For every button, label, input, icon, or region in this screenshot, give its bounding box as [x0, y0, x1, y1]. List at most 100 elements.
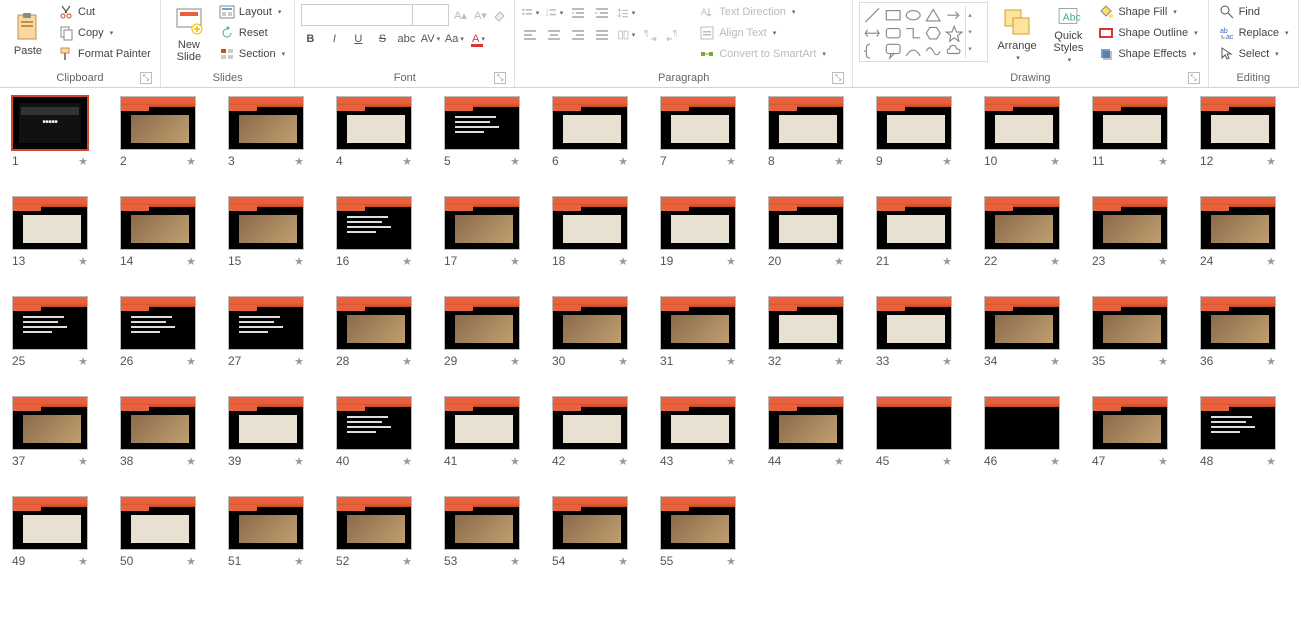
line-spacing-button[interactable]: ▾ [617, 4, 635, 22]
animation-star-icon[interactable]: ★ [1158, 155, 1168, 168]
slide-thumbnail[interactable]: 55★ [660, 496, 736, 568]
shape-fill-button[interactable]: Shape Fill▾ [1094, 2, 1201, 22]
convert-smartart-button[interactable]: Convert to SmartArt▾ [695, 44, 830, 64]
animation-star-icon[interactable]: ★ [1050, 355, 1060, 368]
slide-thumb-1[interactable]: ■■■■■ [12, 96, 88, 150]
slide-thumb-28[interactable] [336, 296, 412, 350]
decrease-indent-button[interactable] [569, 4, 587, 22]
slide-thumb-7[interactable] [660, 96, 736, 150]
slide-thumb-40[interactable] [336, 396, 412, 450]
replace-button[interactable]: abacReplace▾ [1215, 23, 1293, 43]
justify-button[interactable] [593, 26, 611, 44]
animation-star-icon[interactable]: ★ [510, 555, 520, 568]
slide-thumb-43[interactable] [660, 396, 736, 450]
slide-thumb-34[interactable] [984, 296, 1060, 350]
slide-thumb-50[interactable] [120, 496, 196, 550]
dialog-launcher-icon[interactable]: ⤡ [1188, 72, 1200, 84]
slide-thumb-26[interactable] [120, 296, 196, 350]
slide-thumbnail[interactable]: 8★ [768, 96, 844, 168]
slide-thumb-49[interactable] [12, 496, 88, 550]
slide-thumb-18[interactable] [552, 196, 628, 250]
slide-thumb-37[interactable] [12, 396, 88, 450]
animation-star-icon[interactable]: ★ [186, 255, 196, 268]
align-text-button[interactable]: Align Text▾ [695, 23, 830, 43]
slide-thumb-23[interactable] [1092, 196, 1168, 250]
slide-thumbnail[interactable]: 48★ [1200, 396, 1276, 468]
shape-outline-button[interactable]: Shape Outline▾ [1094, 23, 1201, 43]
animation-star-icon[interactable]: ★ [1158, 255, 1168, 268]
slide-thumbnail[interactable]: 32★ [768, 296, 844, 368]
find-button[interactable]: Find [1215, 2, 1264, 22]
animation-star-icon[interactable]: ★ [726, 555, 736, 568]
shadow-button[interactable]: abc [397, 30, 415, 48]
animation-star-icon[interactable]: ★ [402, 355, 412, 368]
slide-thumb-24[interactable] [1200, 196, 1276, 250]
slide-thumbnail[interactable]: 26★ [120, 296, 196, 368]
new-slide-button[interactable]: New Slide [167, 2, 211, 66]
animation-star-icon[interactable]: ★ [618, 455, 628, 468]
slide-thumbnail[interactable]: 45★ [876, 396, 952, 468]
animation-star-icon[interactable]: ★ [78, 255, 88, 268]
slide-thumbnail[interactable]: 37★ [12, 396, 88, 468]
animation-star-icon[interactable]: ★ [78, 155, 88, 168]
slide-thumbnail[interactable]: 18★ [552, 196, 628, 268]
slide-thumb-52[interactable] [336, 496, 412, 550]
font-combo[interactable] [301, 4, 449, 26]
animation-star-icon[interactable]: ★ [510, 155, 520, 168]
animation-star-icon[interactable]: ★ [78, 555, 88, 568]
rtl-button[interactable]: ¶ [665, 26, 683, 44]
slide-thumbnail[interactable]: 11★ [1092, 96, 1168, 168]
slide-thumb-15[interactable] [228, 196, 304, 250]
slide-thumbnail[interactable]: 28★ [336, 296, 412, 368]
animation-star-icon[interactable]: ★ [942, 255, 952, 268]
paste-button[interactable]: Paste [6, 2, 50, 66]
animation-star-icon[interactable]: ★ [726, 255, 736, 268]
slide-thumbnail[interactable]: 2★ [120, 96, 196, 168]
animation-star-icon[interactable]: ★ [834, 155, 844, 168]
animation-star-icon[interactable]: ★ [1050, 255, 1060, 268]
slide-thumb-14[interactable] [120, 196, 196, 250]
slide-thumb-55[interactable] [660, 496, 736, 550]
slide-thumb-29[interactable] [444, 296, 520, 350]
slide-thumbnail[interactable]: 40★ [336, 396, 412, 468]
animation-star-icon[interactable]: ★ [618, 555, 628, 568]
animation-star-icon[interactable]: ★ [186, 155, 196, 168]
dialog-launcher-icon[interactable]: ⤡ [494, 72, 506, 84]
animation-star-icon[interactable]: ★ [402, 255, 412, 268]
slide-thumb-19[interactable] [660, 196, 736, 250]
slide-thumbnail[interactable]: 25★ [12, 296, 88, 368]
cut-button[interactable]: Cut [54, 2, 155, 22]
numbering-button[interactable]: 12▾ [545, 4, 563, 22]
reset-button[interactable]: Reset [215, 23, 289, 43]
animation-star-icon[interactable]: ★ [1050, 155, 1060, 168]
format-painter-button[interactable]: Format Painter [54, 44, 155, 64]
slide-thumbnail[interactable]: 52★ [336, 496, 412, 568]
slide-thumb-12[interactable] [1200, 96, 1276, 150]
slide-thumbnail[interactable]: 33★ [876, 296, 952, 368]
char-spacing-button[interactable]: AV▾ [421, 30, 439, 48]
increase-font-button[interactable]: A▴ [451, 6, 469, 24]
animation-star-icon[interactable]: ★ [510, 355, 520, 368]
ltr-button[interactable]: ¶ [641, 26, 659, 44]
slide-thumb-36[interactable] [1200, 296, 1276, 350]
slide-thumb-54[interactable] [552, 496, 628, 550]
slide-thumbnail[interactable]: 49★ [12, 496, 88, 568]
slide-thumb-17[interactable] [444, 196, 520, 250]
animation-star-icon[interactable]: ★ [510, 455, 520, 468]
slide-thumbnail[interactable]: 51★ [228, 496, 304, 568]
slide-thumb-44[interactable] [768, 396, 844, 450]
animation-star-icon[interactable]: ★ [1158, 355, 1168, 368]
slide-thumb-13[interactable] [12, 196, 88, 250]
slide-thumb-46[interactable] [984, 396, 1060, 450]
slide-thumb-8[interactable] [768, 96, 844, 150]
animation-star-icon[interactable]: ★ [294, 455, 304, 468]
change-case-button[interactable]: Aa▾ [445, 30, 463, 48]
animation-star-icon[interactable]: ★ [402, 555, 412, 568]
slide-thumb-51[interactable] [228, 496, 304, 550]
animation-star-icon[interactable]: ★ [726, 155, 736, 168]
slide-thumb-22[interactable] [984, 196, 1060, 250]
animation-star-icon[interactable]: ★ [1050, 455, 1060, 468]
animation-star-icon[interactable]: ★ [618, 155, 628, 168]
dialog-launcher-icon[interactable]: ⤡ [832, 72, 844, 84]
decrease-font-button[interactable]: A▾ [471, 6, 489, 24]
